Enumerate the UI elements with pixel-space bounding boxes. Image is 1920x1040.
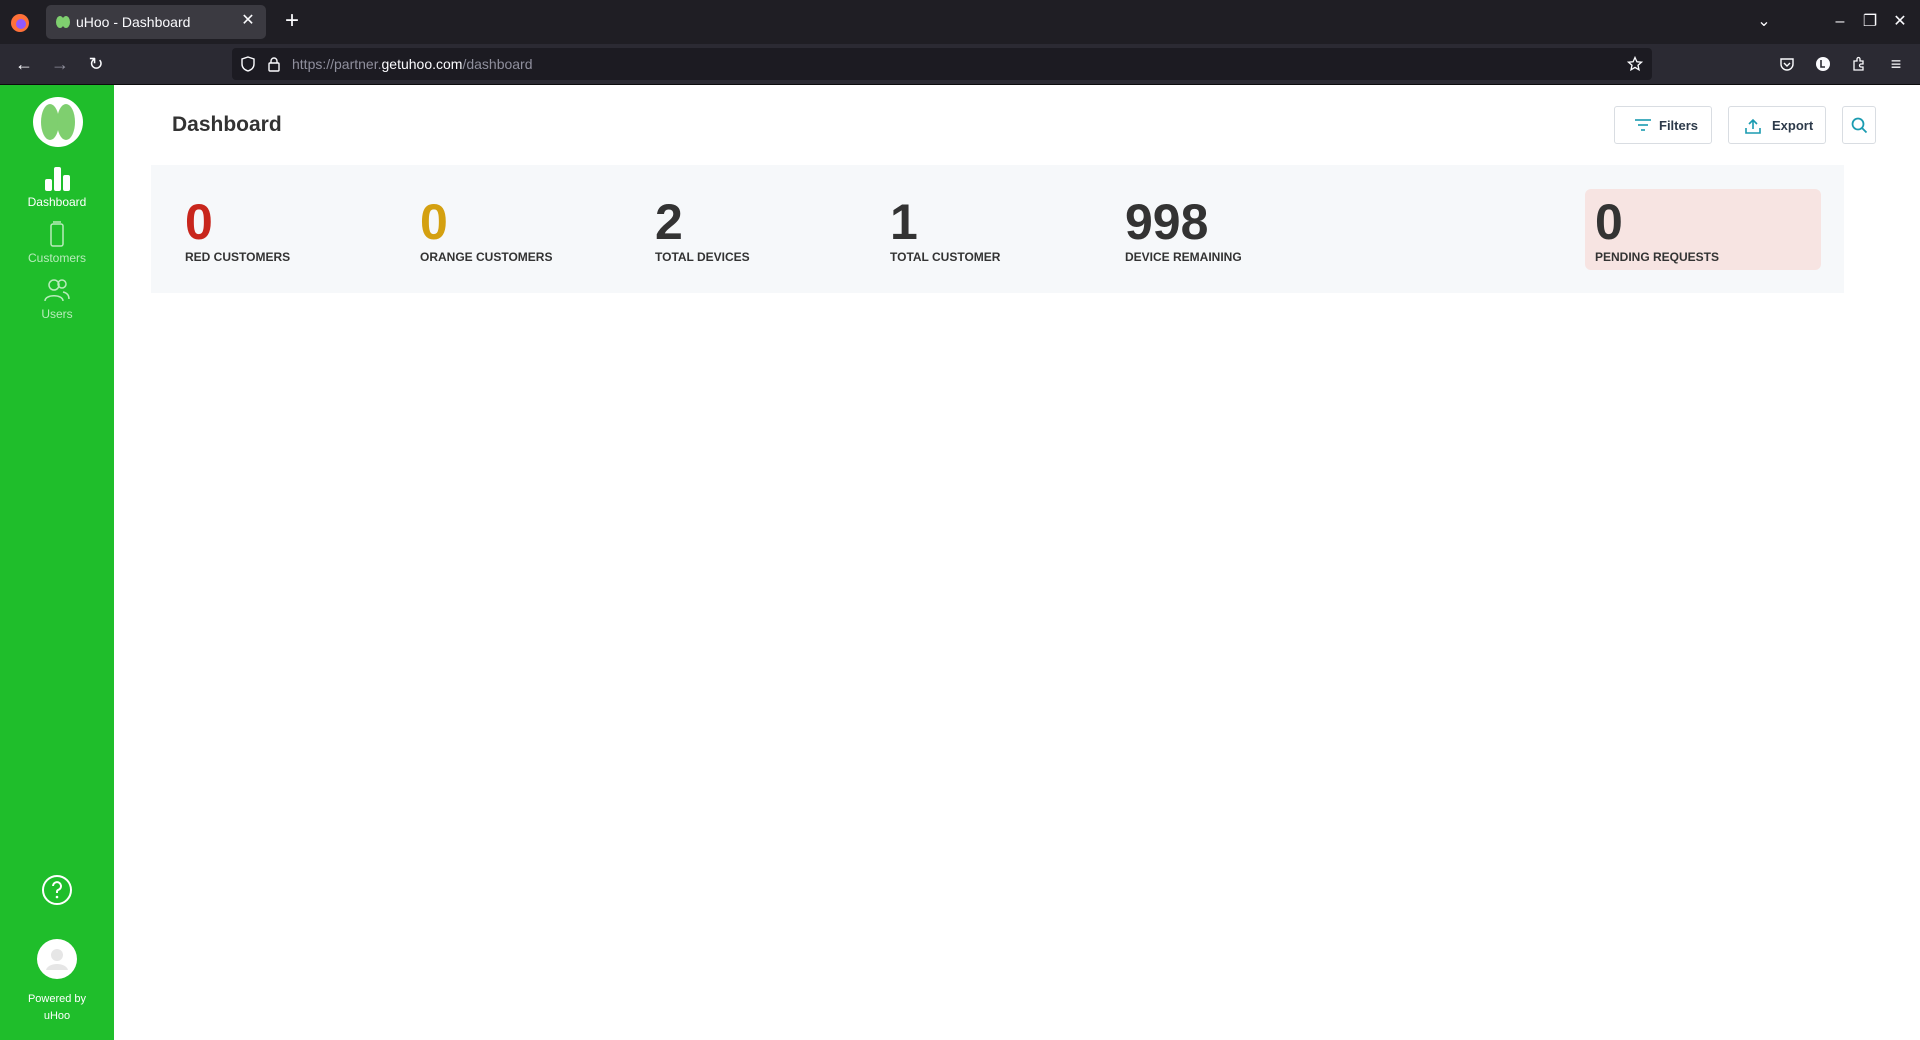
stat-label: TOTAL DEVICES: [655, 250, 750, 264]
bar-chart-icon: [45, 167, 70, 191]
browser-tab[interactable]: uHoo - Dashboard ✕: [46, 5, 266, 39]
powered-by-line: Powered by: [27, 993, 87, 1005]
stat-pending-requests: 0 PENDING REQUESTS: [1595, 195, 1719, 264]
minimize-icon[interactable]: –: [1828, 10, 1852, 34]
reload-icon[interactable]: ↻: [84, 52, 108, 76]
forward-icon[interactable]: →: [48, 52, 72, 76]
browser-nav-bar: ← → ↻ https://partner.getuhoo.com/dashbo…: [0, 44, 1920, 85]
stat-total-devices[interactable]: 2 TOTAL DEVICES: [655, 195, 750, 264]
browser-tab-bar: uHoo - Dashboard ✕ + ⌄ – ❐ ✕: [0, 0, 1920, 44]
stat-label: RED CUSTOMERS: [185, 250, 291, 264]
user-avatar-icon: [46, 949, 68, 970]
stat-red-customers[interactable]: 0 RED CUSTOMERS: [185, 195, 290, 264]
stat-value: 998: [1125, 194, 1209, 250]
export-button[interactable]: Export: [1728, 106, 1826, 144]
stat-label: TOTAL CUSTOMER: [890, 250, 1001, 264]
powered-by-text: Powered by uHoo: [0, 991, 114, 1025]
uhoo-favicon-icon: [56, 16, 70, 28]
stat-value: 1: [890, 194, 918, 250]
close-tab-icon[interactable]: ✕: [238, 11, 258, 31]
url-bar[interactable]: https://partner.getuhoo.com/dashboard: [232, 48, 1652, 80]
sidebar-item-dashboard[interactable]: Dashboard: [0, 165, 114, 217]
powered-by-brand: uHoo: [43, 1010, 71, 1022]
stat-label: PENDING REQUESTS: [1595, 250, 1720, 264]
stat-orange-customers[interactable]: 0 ORANGE CUSTOMERS: [420, 195, 552, 264]
stat-label: ORANGE CUSTOMERS: [420, 250, 553, 264]
lock-icon[interactable]: [266, 56, 282, 72]
filters-label: Filters: [1659, 118, 1699, 133]
stat-value: 0: [185, 194, 213, 250]
sidebar: Dashboard Customers Users Powered by uHo…: [0, 85, 114, 1040]
close-window-icon[interactable]: ✕: [1888, 10, 1912, 34]
restore-icon[interactable]: ❐: [1858, 10, 1882, 34]
tab-title: uHoo - Dashboard: [76, 14, 191, 30]
export-label: Export: [1772, 118, 1814, 133]
upload-icon: [1745, 118, 1761, 134]
filters-button[interactable]: Filters: [1614, 106, 1712, 144]
back-icon[interactable]: ←: [12, 52, 36, 76]
stat-value: 0: [420, 194, 448, 250]
stat-value: 2: [655, 194, 683, 250]
stat-value: 0: [1595, 194, 1623, 250]
sidebar-item-label: Customers: [27, 251, 86, 265]
app-menu-icon[interactable]: ≡: [1884, 52, 1908, 76]
filter-icon: [1635, 119, 1651, 131]
stat-label: DEVICE REMAINING: [1125, 250, 1242, 264]
uhoo-logo[interactable]: [33, 97, 83, 147]
bookmark-star-icon[interactable]: [1627, 56, 1643, 72]
help-icon[interactable]: [41, 874, 73, 906]
sidebar-item-users[interactable]: Users: [0, 277, 114, 329]
pending-requests-card[interactable]: 0 PENDING REQUESTS: [1585, 189, 1821, 270]
new-tab-icon[interactable]: +: [280, 9, 304, 34]
shield-icon[interactable]: [240, 56, 256, 72]
search-icon: [1851, 117, 1868, 134]
sidebar-item-label: Dashboard: [27, 195, 87, 209]
url-text: https://partner.getuhoo.com/dashboard: [292, 56, 533, 72]
users-icon: [44, 279, 70, 302]
stats-panel: 0 RED CUSTOMERS 0 ORANGE CUSTOMERS 2 TOT…: [151, 165, 1844, 293]
sidebar-item-label: Users: [41, 307, 73, 321]
avatar[interactable]: [37, 939, 77, 979]
stat-device-remaining[interactable]: 998 DEVICE REMAINING: [1125, 195, 1242, 264]
sidebar-item-customers[interactable]: Customers: [0, 221, 114, 273]
search-button[interactable]: [1842, 106, 1876, 144]
firefox-icon[interactable]: [9, 12, 31, 34]
account-icon[interactable]: [1815, 56, 1831, 72]
extensions-icon[interactable]: [1851, 56, 1867, 72]
pocket-icon[interactable]: [1779, 56, 1795, 72]
device-icon: [50, 221, 64, 247]
stat-total-customer[interactable]: 1 TOTAL CUSTOMER: [890, 195, 1000, 264]
uhoo-logo-icon: [41, 104, 75, 140]
page-title: Dashboard: [172, 113, 282, 136]
list-tabs-icon[interactable]: ⌄: [1752, 10, 1776, 34]
